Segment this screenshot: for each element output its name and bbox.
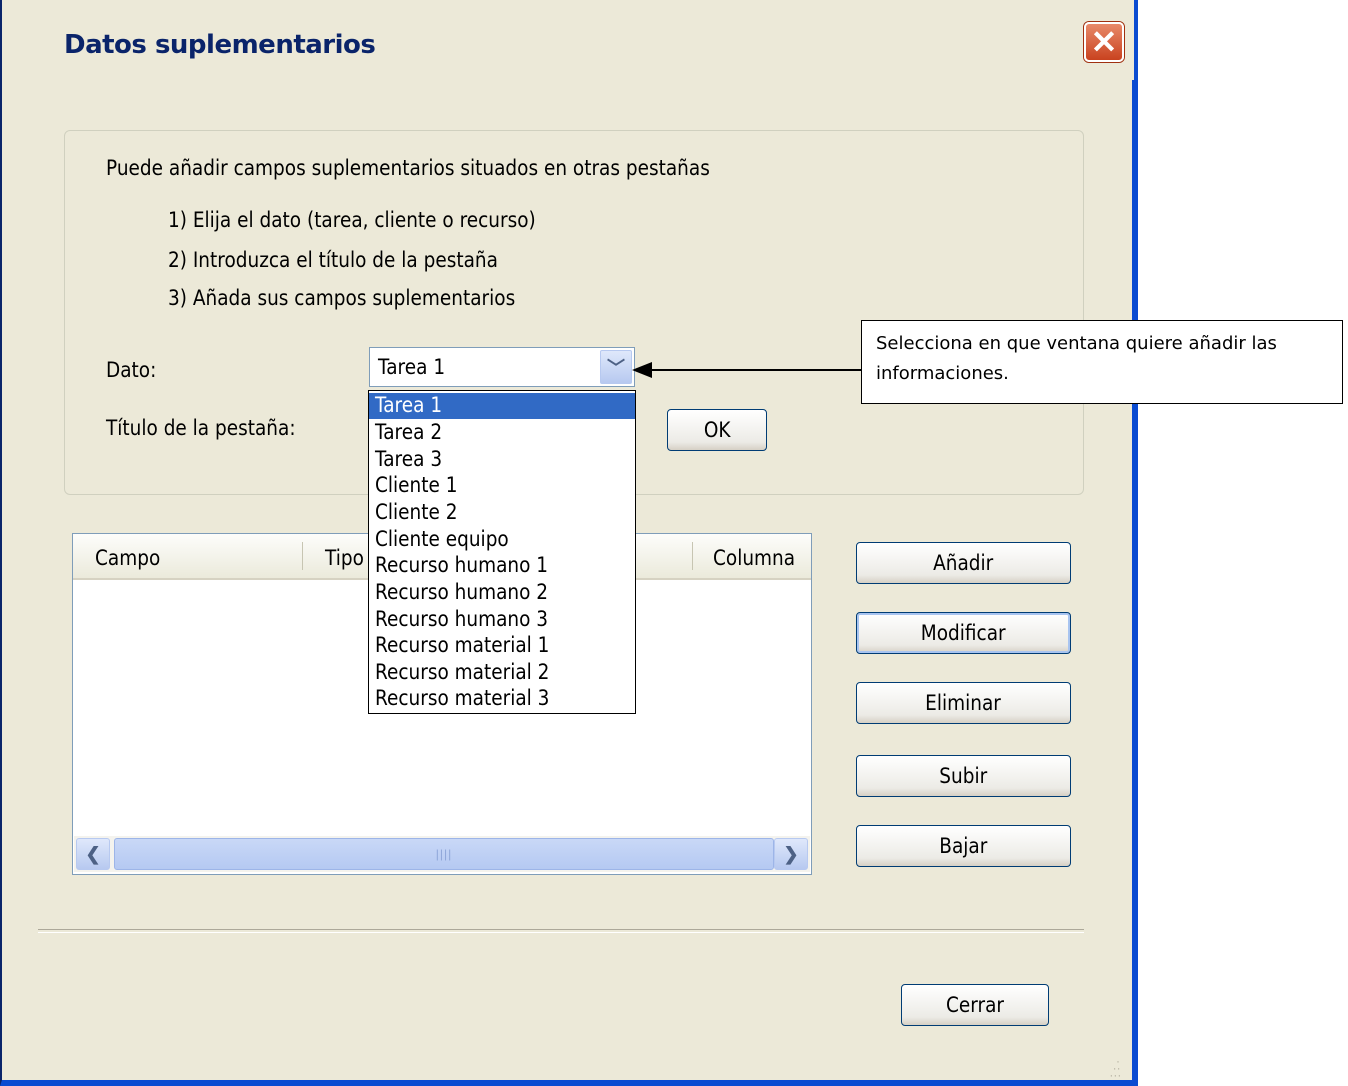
add-button-label: Añadir xyxy=(933,551,994,575)
modify-button-label: Modificar xyxy=(921,621,1006,645)
dato-select[interactable]: Tarea 1 ﹀ xyxy=(369,347,635,387)
scroll-left-icon[interactable]: ❮ xyxy=(76,838,110,870)
close-button-label: Cerrar xyxy=(945,993,1005,1017)
step-2-text: 2) Introduzca el título de la pestaña xyxy=(168,248,498,272)
column-header-columna[interactable]: Columna xyxy=(693,534,811,578)
up-button[interactable]: Subir xyxy=(856,755,1071,797)
callout-arrow-icon xyxy=(632,362,862,378)
delete-button[interactable]: Eliminar xyxy=(856,682,1071,724)
titulo-label: Título de la pestaña: xyxy=(106,416,296,440)
step-1-text: 1) Elija el dato (tarea, cliente o recur… xyxy=(168,208,536,232)
dropdown-option[interactable]: Recurso material 1 xyxy=(369,633,635,659)
modify-button[interactable]: Modificar xyxy=(856,612,1071,654)
title-bar[interactable]: Datos suplementarios ✕ xyxy=(2,0,1134,80)
up-button-label: Subir xyxy=(939,764,988,788)
dropdown-option[interactable]: Recurso humano 3 xyxy=(369,607,635,633)
dato-dropdown-list[interactable]: Tarea 1 Tarea 2 Tarea 3 Cliente 1 Client… xyxy=(368,390,636,714)
add-button[interactable]: Añadir xyxy=(856,542,1071,584)
dato-label: Dato: xyxy=(106,358,157,382)
ok-button[interactable]: OK xyxy=(667,409,767,451)
dropdown-option[interactable]: Tarea 1 xyxy=(369,393,635,419)
horizontal-scrollbar[interactable]: ❮ |||| ❯ xyxy=(74,836,810,872)
dropdown-option[interactable]: Tarea 3 xyxy=(369,447,635,473)
close-button[interactable]: Cerrar xyxy=(901,984,1049,1026)
dropdown-option[interactable]: Tarea 2 xyxy=(369,420,635,446)
down-button[interactable]: Bajar xyxy=(856,825,1071,867)
dropdown-option[interactable]: Recurso material 2 xyxy=(369,660,635,686)
dialog-window: Datos suplementarios ✕ Puede añadir camp… xyxy=(0,0,1138,1086)
column-header-tipo-label: Tipo xyxy=(325,546,364,570)
step-3-text: 3) Añada sus campos suplementarios xyxy=(168,286,516,310)
dropdown-option[interactable]: Cliente 1 xyxy=(369,473,635,499)
dropdown-option[interactable]: Recurso humano 1 xyxy=(369,553,635,579)
resize-grip-icon[interactable]: · ·· ··· xyxy=(1106,1055,1128,1081)
ok-button-label: OK xyxy=(703,418,731,442)
dropdown-option[interactable]: Recurso material 3 xyxy=(369,686,635,712)
close-icon[interactable]: ✕ xyxy=(1084,22,1124,62)
divider xyxy=(38,929,1084,933)
down-button-label: Bajar xyxy=(939,834,988,858)
intro-text: Puede añadir campos suplementarios situa… xyxy=(106,156,710,180)
delete-button-label: Eliminar xyxy=(925,691,1002,715)
dato-select-value: Tarea 1 xyxy=(378,355,446,379)
column-header-columna-label: Columna xyxy=(713,546,796,570)
scrollbar-thumb[interactable]: |||| xyxy=(114,838,774,870)
column-header-campo[interactable]: Campo xyxy=(73,534,303,578)
dropdown-option[interactable]: Cliente equipo xyxy=(369,527,635,553)
callout-box: Selecciona en que ventana quiere añadir … xyxy=(861,320,1343,404)
column-header-campo-label: Campo xyxy=(95,546,161,570)
dropdown-option[interactable]: Recurso humano 2 xyxy=(369,580,635,606)
scroll-right-icon[interactable]: ❯ xyxy=(774,838,808,870)
dropdown-option[interactable]: Cliente 2 xyxy=(369,500,635,526)
chevron-down-icon[interactable]: ﹀ xyxy=(600,350,632,384)
window-title: Datos suplementarios xyxy=(64,30,376,60)
